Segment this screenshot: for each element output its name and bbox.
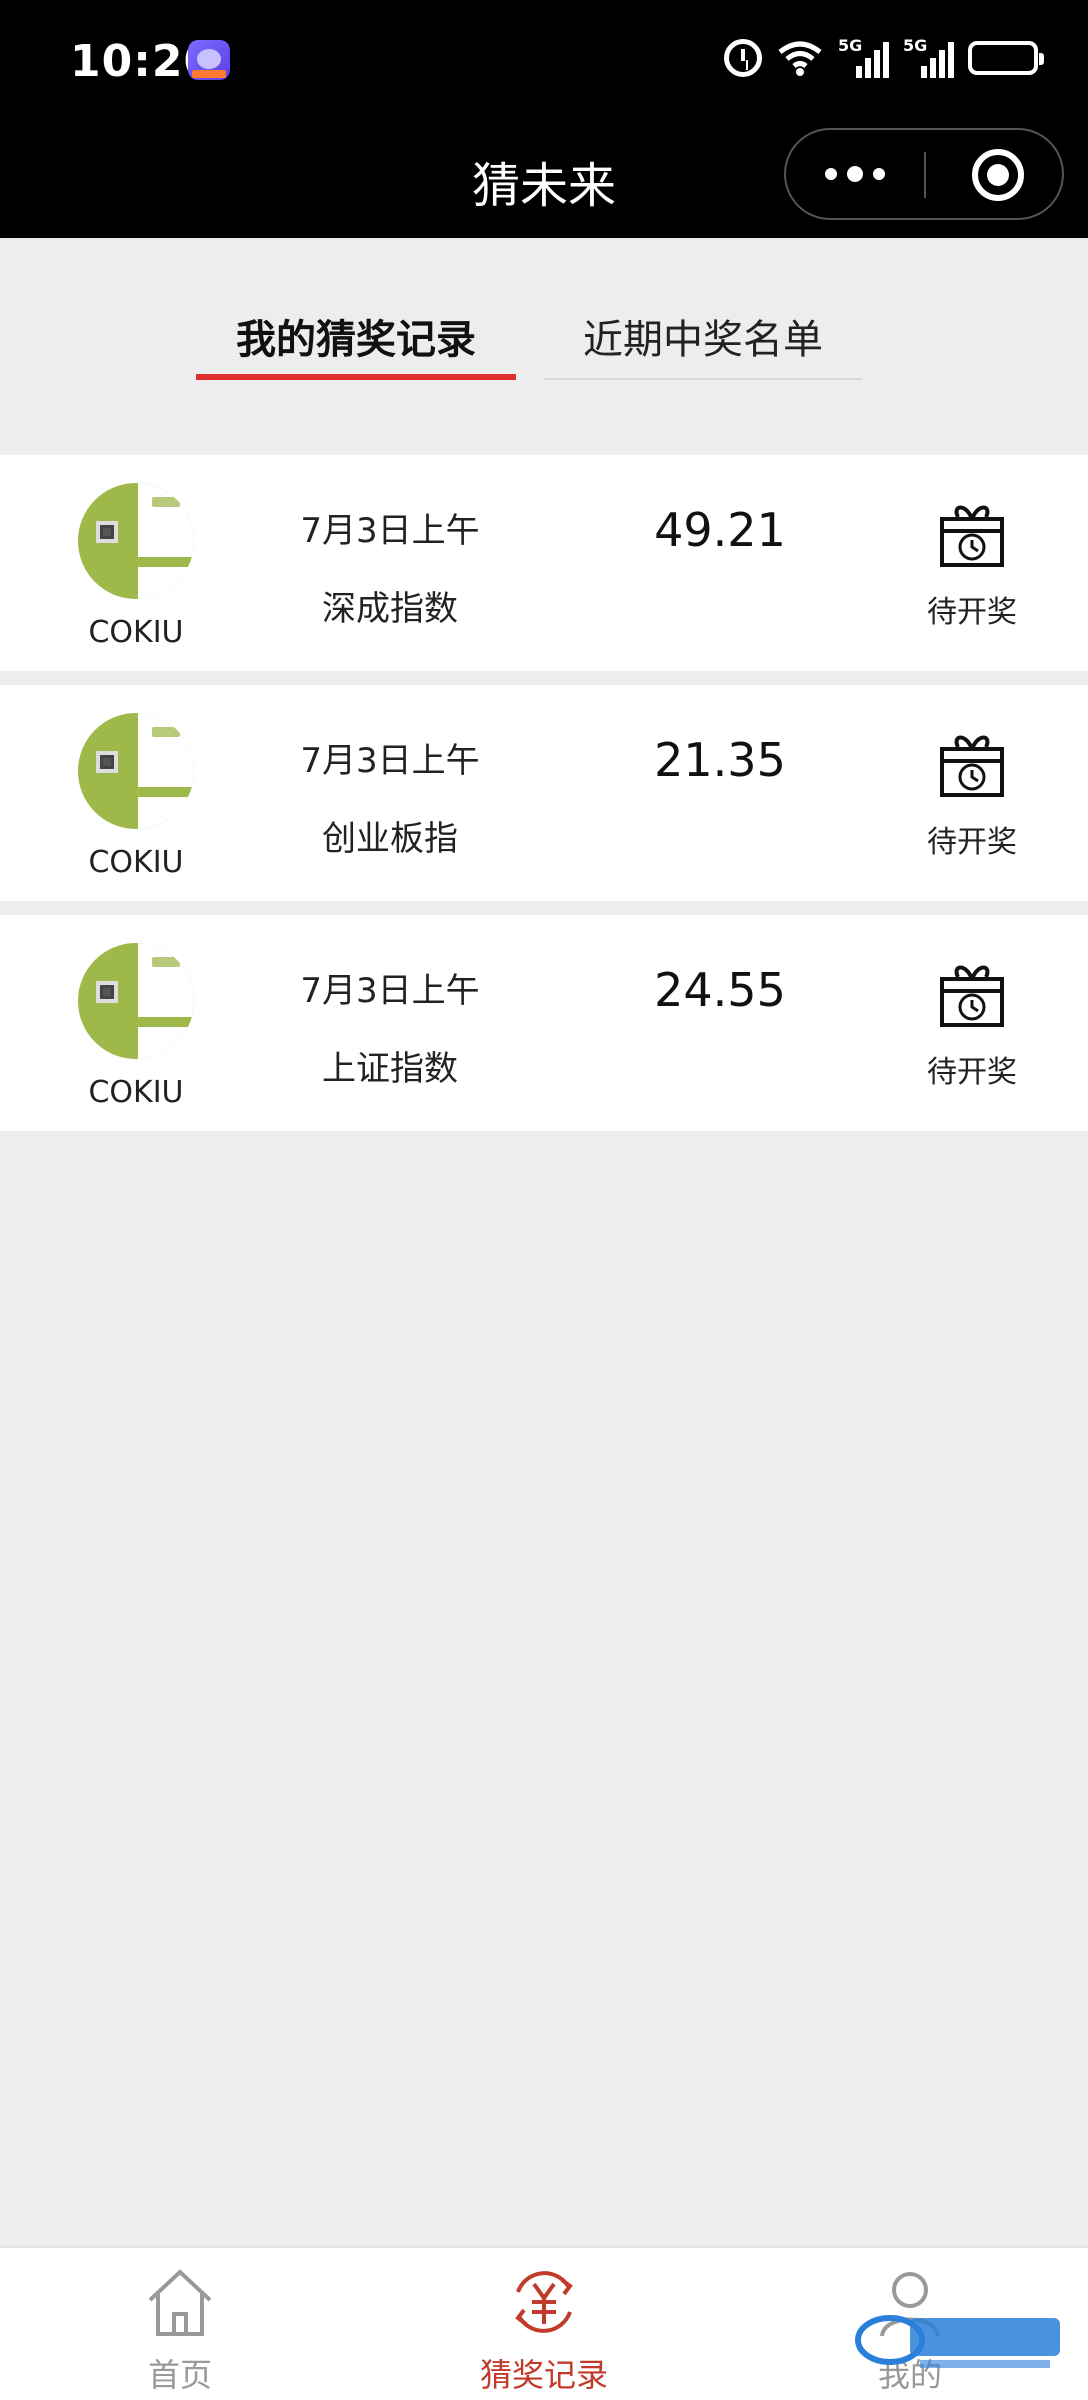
tabbar-label: 猜奖记录 [479,2356,608,2394]
alarm-icon [724,39,762,77]
avatar [78,943,194,1059]
yuan-circle-icon [515,2271,573,2333]
wifi-icon [776,38,824,78]
tabbar-item-home[interactable]: 首页 [90,2262,270,2396]
record-value: 21.35 [654,733,786,787]
record-status: 待开奖 [927,1055,1017,1090]
record-row[interactable]: COKIU 7月3日上午 上证指数 24.55 待开奖 [0,915,1088,1131]
username: COKIU [88,1075,184,1110]
more-button[interactable] [786,130,924,218]
record-date: 7月3日上午 [300,741,480,781]
status-icons: 5G 5G [724,36,1044,78]
record-date: 7月3日上午 [300,511,480,551]
signal-icon-2: 5G [903,36,954,78]
network-type-label: 5G [838,36,863,55]
record-row[interactable]: COKIU 7月3日上午 深成指数 49.21 待开奖 [0,455,1088,671]
network-type-label: 5G [903,36,928,55]
app-notification-icon [188,40,230,80]
tabbar-item-records[interactable]: 猜奖记录 [454,2262,634,2396]
record-value: 24.55 [654,963,786,1017]
record-tabs: 我的猜奖记录 近期中奖名单 [0,300,1088,380]
record-list: COKIU 7月3日上午 深成指数 49.21 待开奖 COKIU 7月3日上午… [0,455,1088,1145]
signal-icon-1: 5G [838,36,889,78]
record-status: 待开奖 [927,595,1017,630]
avatar [78,713,194,829]
gift-clock-icon [940,505,1004,567]
gift-clock-icon [940,735,1004,797]
username: COKIU [88,845,184,880]
close-miniprogram-button[interactable] [972,149,1024,201]
record-row[interactable]: COKIU 7月3日上午 创业板指 21.35 待开奖 [0,685,1088,901]
tab-recent-winners[interactable]: 近期中奖名单 [544,300,862,380]
record-status: 待开奖 [927,825,1017,860]
gift-clock-icon [940,965,1004,1027]
home-icon [148,2269,212,2336]
avatar [78,483,194,599]
record-index-name: 创业板指 [322,819,458,859]
miniprogram-capsule [784,128,1064,220]
battery-icon [968,41,1044,75]
username: COKIU [88,615,184,650]
tab-my-records[interactable]: 我的猜奖记录 [196,300,516,380]
record-index-name: 上证指数 [322,1049,458,1089]
record-date: 7月3日上午 [300,971,480,1011]
record-index-name: 深成指数 [322,589,458,629]
tabbar-label: 首页 [147,2356,212,2394]
watermark-logo [855,2315,1060,2368]
top-bar: 10:20 5G 5G 猜未来 [0,0,1088,238]
record-value: 49.21 [654,503,786,557]
capsule-divider [924,152,926,198]
